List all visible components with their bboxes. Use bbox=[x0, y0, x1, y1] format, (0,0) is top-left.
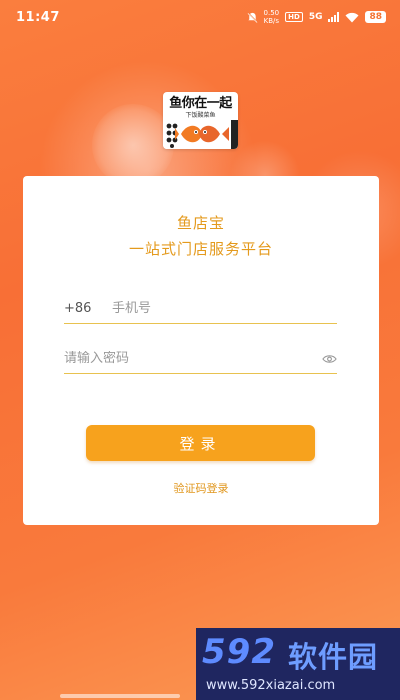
notification-off-icon bbox=[246, 11, 258, 23]
wifi-icon bbox=[345, 12, 359, 22]
sms-login-link[interactable]: 验证码登录 bbox=[23, 480, 379, 496]
background-glow bbox=[92, 104, 174, 186]
network-type: 5G bbox=[308, 12, 323, 22]
hd-badge: HD bbox=[285, 12, 303, 22]
app-tagline: 一站式门店服务平台 bbox=[128, 240, 273, 258]
password-input[interactable] bbox=[64, 351, 321, 366]
status-icons: 0.50 KB/s HD 5G 88 bbox=[246, 9, 386, 25]
watermark-url: www.592xiazai.com bbox=[206, 678, 336, 693]
watermark-name: 软件园 bbox=[288, 640, 379, 674]
app-name: 鱼店宝 bbox=[176, 214, 225, 232]
phone-input[interactable] bbox=[112, 301, 337, 316]
phone-field: +86 bbox=[64, 294, 337, 324]
net-speed-unit: KB/s bbox=[263, 17, 280, 25]
watermark-number: 592 bbox=[202, 632, 276, 672]
login-button[interactable]: 登录 bbox=[86, 425, 315, 461]
logo-subtitle: 下饭酸菜鱼 bbox=[185, 112, 216, 119]
status-bar: 11:47 0.50 KB/s HD 5G 88 bbox=[0, 0, 400, 34]
eye-icon[interactable] bbox=[321, 351, 337, 367]
app-logo: 鱼你在一起 下饭酸菜鱼 bbox=[163, 92, 238, 149]
signal-icon bbox=[328, 12, 340, 22]
fish-logo-icon bbox=[163, 120, 238, 149]
home-indicator[interactable] bbox=[60, 694, 180, 698]
site-watermark: 592 软件园 www.592xiazai.com bbox=[196, 628, 400, 700]
logo-title: 鱼你在一起 bbox=[169, 96, 232, 111]
status-time: 11:47 bbox=[16, 9, 60, 25]
password-field bbox=[64, 344, 337, 374]
country-code[interactable]: +86 bbox=[64, 301, 112, 316]
net-speed: 0.50 KB/s bbox=[264, 9, 280, 25]
login-card: 鱼店宝 一站式门店服务平台 +86 登录 验证码登录 bbox=[23, 176, 379, 525]
battery-icon: 88 bbox=[365, 11, 386, 23]
net-speed-value: 0.50 bbox=[263, 9, 280, 17]
